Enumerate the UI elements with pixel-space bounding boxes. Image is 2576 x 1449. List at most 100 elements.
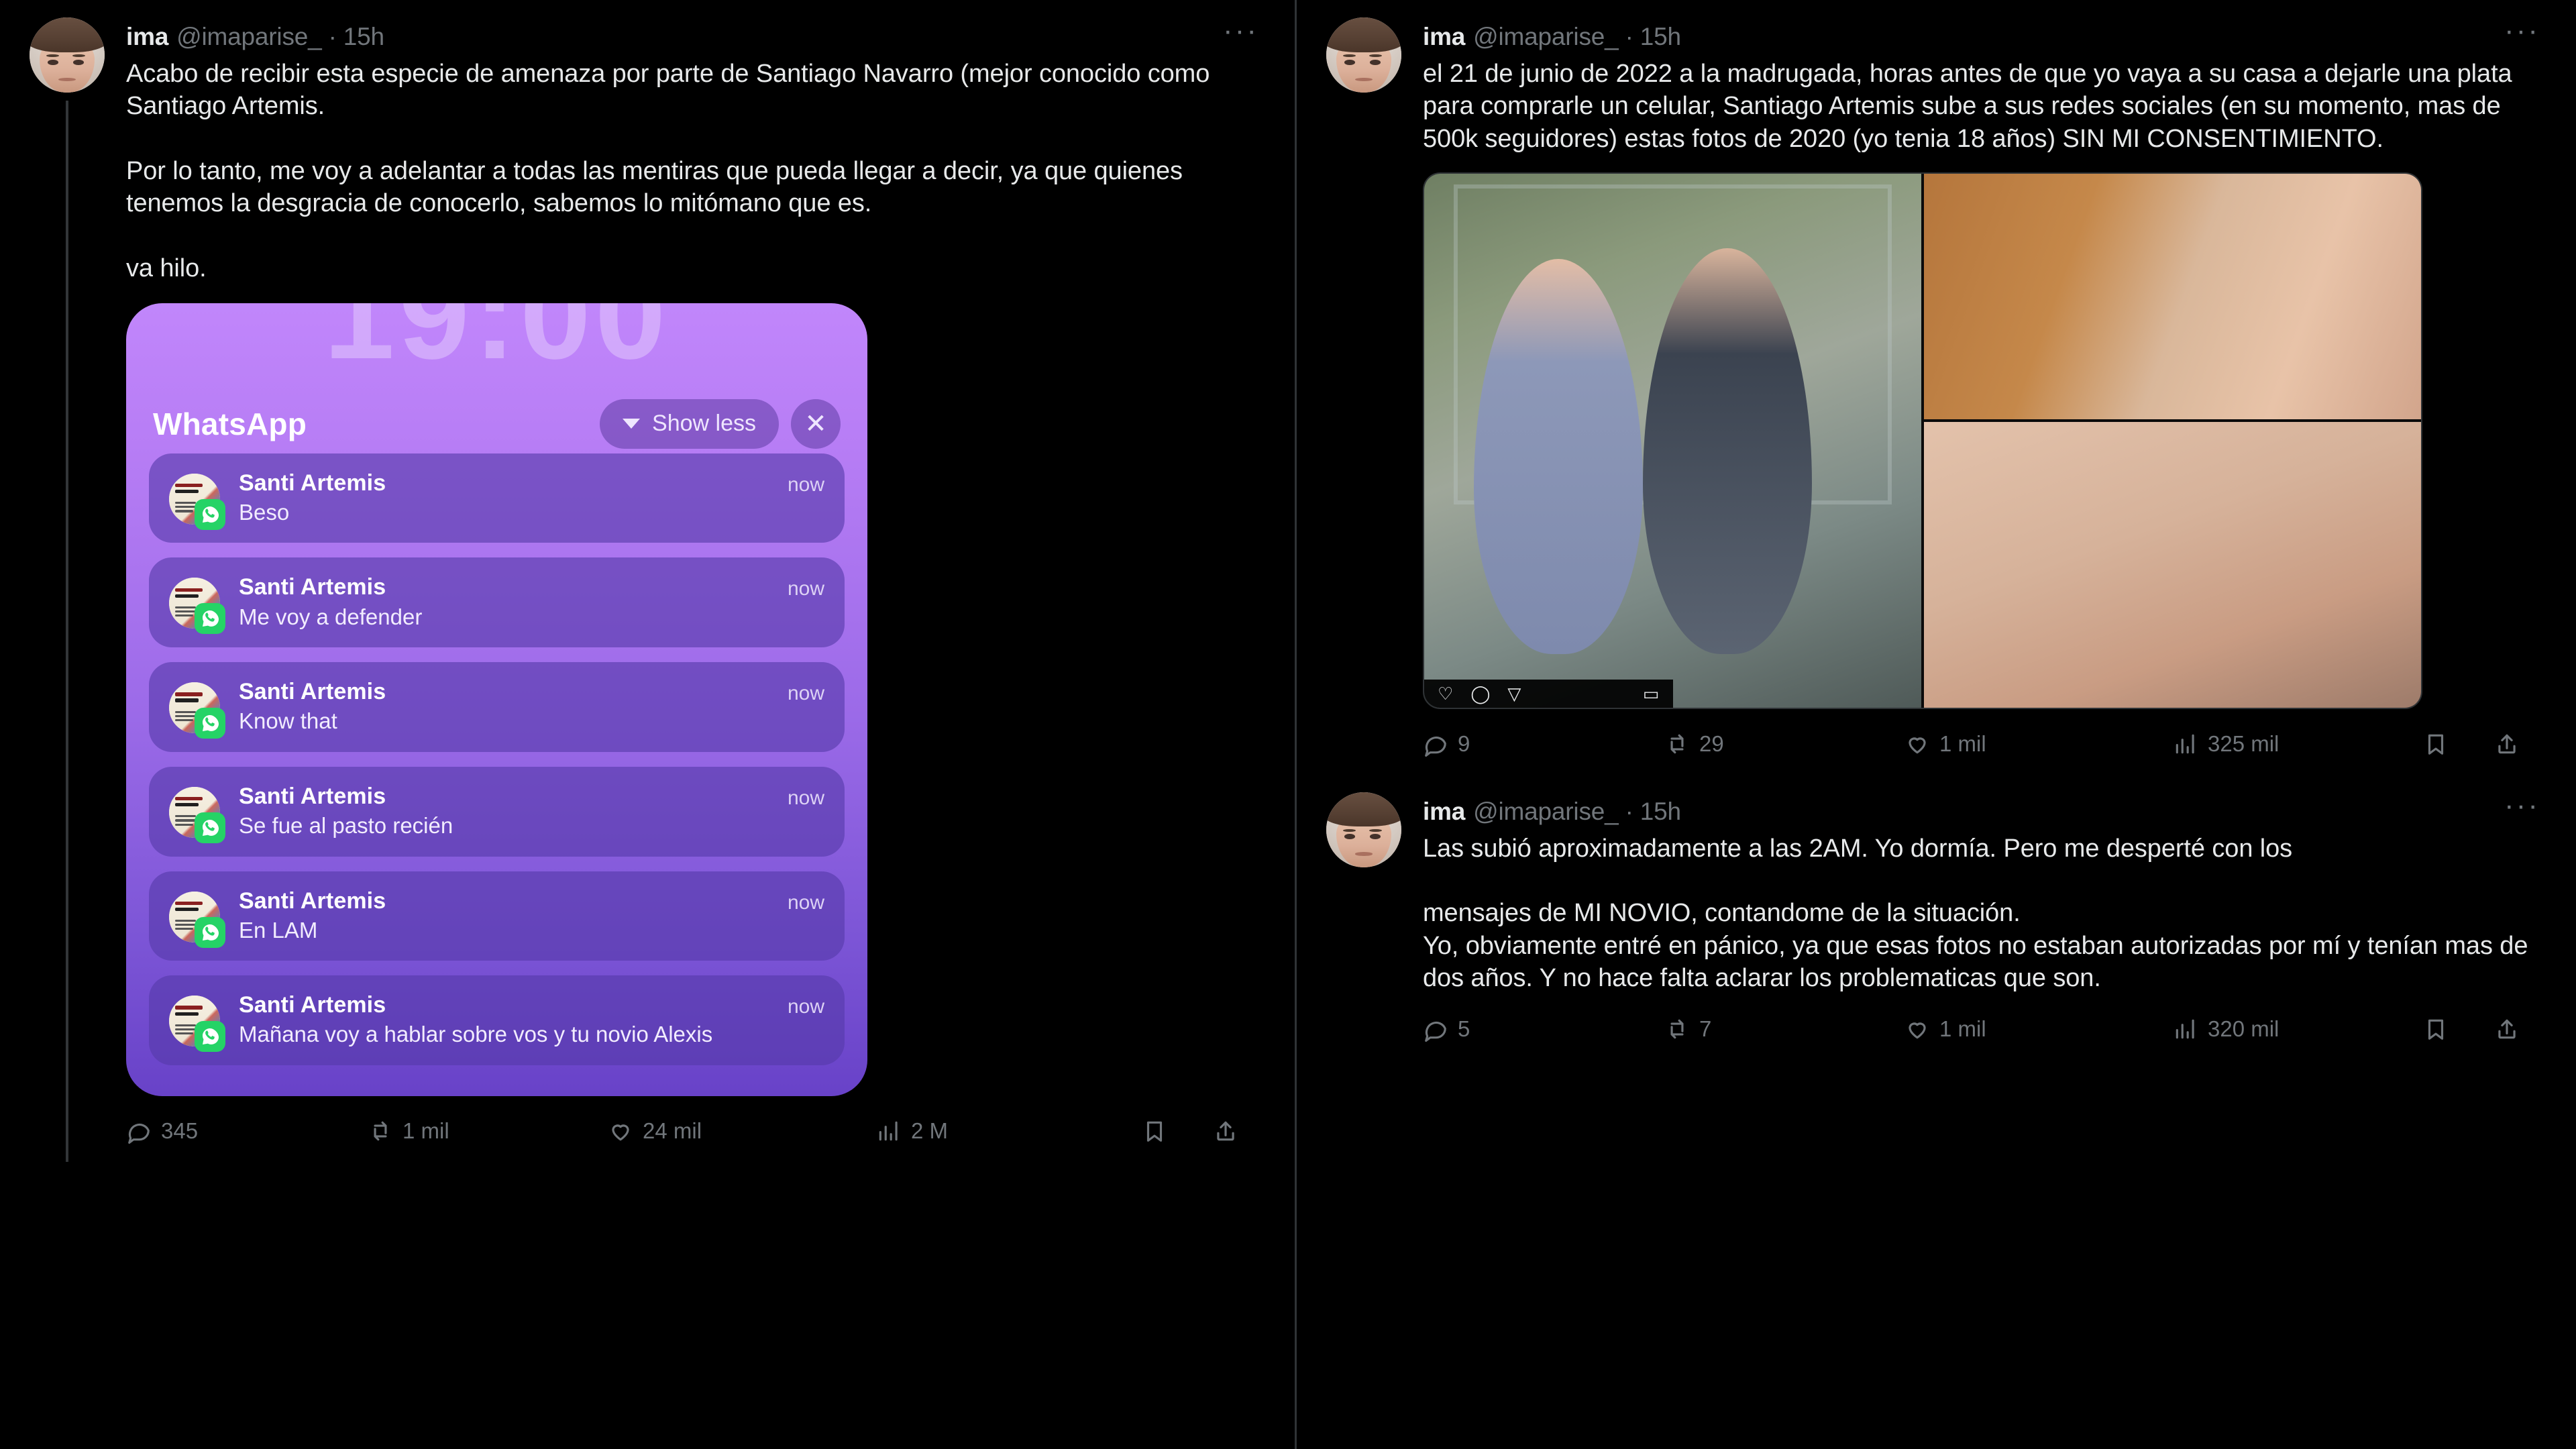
- like-count: 24 mil: [643, 1118, 702, 1143]
- media-photo-3[interactable]: [1924, 421, 2421, 708]
- author-handle-timestamp: @imaparise_ · 15h: [176, 23, 384, 50]
- share-icon: [2498, 1019, 2516, 1039]
- views-button[interactable]: 2 M: [876, 1118, 1142, 1144]
- whatsapp-notification-item[interactable]: Santi Artemis En LAM now: [149, 871, 845, 961]
- tweet-right-2[interactable]: ima @imaparise_ · 15h ··· Las subió apro…: [1297, 775, 2576, 1060]
- avatar-text-line: [175, 797, 203, 801]
- avatar-text-line: [175, 901, 203, 906]
- media-photo-grid[interactable]: ♡ ◯ ▽ ▭: [1423, 172, 2422, 709]
- notification-sender: Santi Artemis: [239, 783, 386, 809]
- avatar-text-line: [175, 803, 199, 807]
- avatar-text-line: [175, 920, 196, 922]
- avatar-text-line: [175, 502, 196, 504]
- notification-avatar-wrap: [169, 786, 225, 843]
- author-display-name[interactable]: ima: [1423, 798, 1465, 826]
- tweet-left[interactable]: ima @imaparise_ · 15h ··· Acabo de recib…: [0, 0, 1295, 1162]
- reply-button[interactable]: 9: [1423, 731, 1664, 757]
- chevron-down-icon: [623, 419, 641, 429]
- like-button[interactable]: 24 mil: [608, 1118, 876, 1144]
- avatar-text-line: [175, 490, 199, 494]
- reply-icon: [128, 1123, 150, 1144]
- whatsapp-notification-item[interactable]: Santi Artemis Know that now: [149, 662, 845, 752]
- notification-body: Santi Artemis En LAM: [220, 888, 788, 944]
- author-display-name[interactable]: ima: [1423, 23, 1465, 51]
- whatsapp-notification-item[interactable]: Santi Artemis Se fue al pasto recién now: [149, 766, 845, 857]
- bookmark-icon: [1146, 1121, 1163, 1142]
- media-photo-2[interactable]: [1924, 173, 2421, 419]
- share-button[interactable]: [2494, 731, 2520, 757]
- media-photo-1[interactable]: ♡ ◯ ▽ ▭: [1424, 173, 1921, 708]
- avatar-hair: [1326, 17, 1401, 52]
- thread-connector-line: [66, 101, 68, 1162]
- tweet-right-1[interactable]: ima @imaparise_ · 15h ··· el 21 de junio…: [1297, 0, 2576, 775]
- notification-avatar-wrap: [169, 682, 225, 739]
- more-options-icon[interactable]: ···: [2495, 15, 2549, 51]
- instagram-save-icon: ▭: [1642, 683, 1660, 704]
- whatsapp-notification-card[interactable]: 19:00 WhatsApp Show less ✕ Santi Artemis…: [126, 303, 867, 1096]
- retweet-button[interactable]: 1 mil: [368, 1118, 608, 1144]
- notification-body: Santi Artemis Beso: [220, 470, 788, 526]
- tweet-text: el 21 de junio de 2022 a la madrugada, h…: [1423, 60, 2520, 153]
- whatsapp-notification-item[interactable]: Santi Artemis Me voy a defender now: [149, 557, 845, 648]
- notification-avatar-wrap: [169, 578, 225, 635]
- author-display-name[interactable]: ima: [126, 23, 168, 51]
- bookmark-button[interactable]: [1142, 1118, 1167, 1144]
- notification-sender: Santi Artemis: [239, 992, 386, 1018]
- whatsapp-icon: [195, 916, 225, 948]
- retweet-button[interactable]: 29: [1664, 731, 1904, 757]
- notification-body: Santi Artemis Me voy a defender: [220, 574, 788, 630]
- heart-icon: [612, 1124, 629, 1141]
- avatar[interactable]: [1326, 792, 1401, 867]
- avatar-text-line: [175, 907, 199, 912]
- retweet-button[interactable]: 7: [1664, 1016, 1904, 1042]
- share-button[interactable]: [2494, 1016, 2520, 1042]
- whatsapp-app-title: WhatsApp: [153, 406, 307, 441]
- avatar-hair: [30, 17, 105, 52]
- views-button[interactable]: 320 mil: [2173, 1016, 2423, 1042]
- instagram-comment-icon: ◯: [1470, 683, 1491, 704]
- instagram-share-icon: ▽: [1507, 683, 1521, 704]
- more-options-icon[interactable]: ···: [1214, 15, 1268, 51]
- tweet-body: ima @imaparise_ · 15h ··· Las subió apro…: [1407, 790, 2549, 1060]
- whatsapp-notification-item[interactable]: Santi Artemis Mañana voy a hablar sobre v…: [149, 975, 845, 1065]
- reply-button[interactable]: 5: [1423, 1016, 1664, 1042]
- avatar-text-line: [175, 483, 203, 488]
- tweet-header: ima @imaparise_ · 15h ···: [126, 15, 1268, 56]
- bookmark-button[interactable]: [2423, 731, 2449, 757]
- avatar-mouth: [1354, 852, 1373, 856]
- avatar-text-line: [175, 718, 194, 721]
- notification-message: Me voy a defender: [239, 604, 423, 629]
- avatar-eye-left: [1344, 59, 1355, 65]
- reply-icon: [1425, 736, 1446, 757]
- heart-icon: [1909, 1022, 1926, 1039]
- reply-count: 9: [1458, 731, 1470, 756]
- close-button[interactable]: ✕: [791, 398, 841, 449]
- like-count: 1 mil: [1939, 731, 1986, 756]
- notification-message: Beso: [239, 499, 290, 525]
- author-handle-timestamp: @imaparise_ · 15h: [1473, 23, 1681, 50]
- share-icon: [1217, 1121, 1234, 1141]
- tweet-action-bar: 345 1 mil 24 mil 2 M: [126, 1100, 1268, 1162]
- whatsapp-notification-item[interactable]: Santi Artemis Beso now: [149, 453, 845, 543]
- views-button[interactable]: 325 mil: [2173, 731, 2423, 757]
- whatsapp-icon: [195, 812, 225, 843]
- avatar-column: [24, 17, 110, 1162]
- tweet-text: Acabo de recibir esta especie de amenaza…: [126, 60, 1210, 282]
- reply-count: 5: [1458, 1016, 1470, 1041]
- share-button[interactable]: [1213, 1118, 1238, 1144]
- more-options-icon[interactable]: ···: [2495, 790, 2549, 826]
- share-icon: [2498, 734, 2516, 753]
- avatar-column: [1321, 17, 1407, 775]
- bookmark-button[interactable]: [2423, 1016, 2449, 1042]
- show-less-button[interactable]: Show less: [600, 398, 779, 449]
- avatar[interactable]: [1326, 17, 1401, 93]
- notification-sender: Santi Artemis: [239, 470, 386, 496]
- avatar[interactable]: [30, 17, 105, 93]
- like-button[interactable]: 1 mil: [1904, 731, 2173, 757]
- like-button[interactable]: 1 mil: [1904, 1016, 2173, 1042]
- heart-icon: [1909, 737, 1926, 753]
- avatar-brow-left: [1342, 828, 1356, 833]
- avatar-column: [1321, 792, 1407, 1060]
- reply-button[interactable]: 345: [126, 1118, 368, 1144]
- avatar-eye-right: [72, 59, 84, 65]
